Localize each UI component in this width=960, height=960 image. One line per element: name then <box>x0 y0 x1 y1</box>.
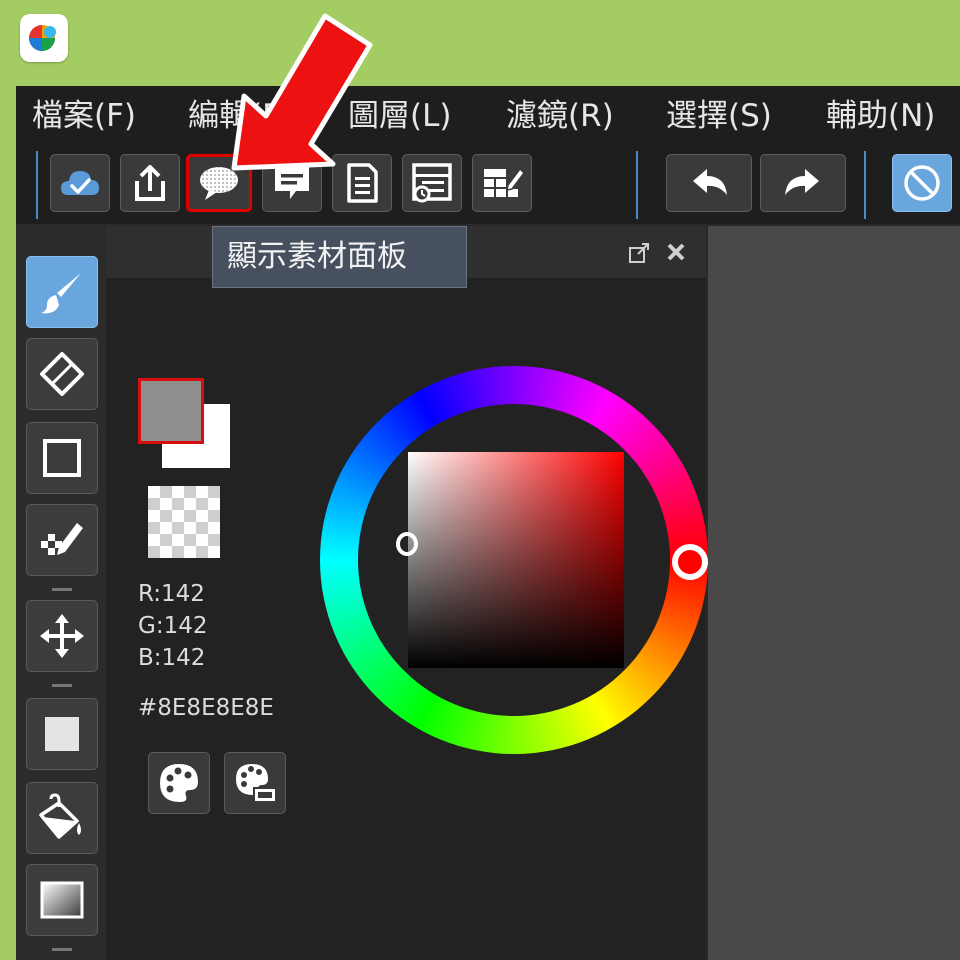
red-arrow-annotation <box>231 13 373 171</box>
